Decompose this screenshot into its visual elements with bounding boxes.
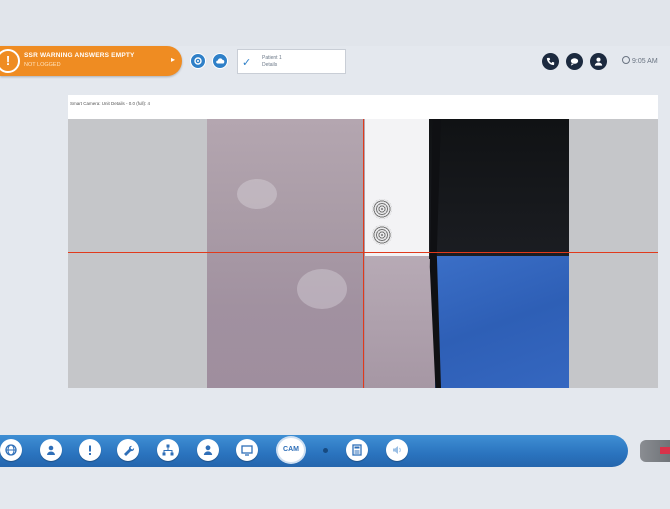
feed-region-blue: [435, 256, 569, 388]
alert-button[interactable]: [79, 439, 101, 461]
app-window: ! SSR WARNING ANSWERS EMPTY NOT LOGGED ▸…: [0, 0, 670, 509]
gear-icon: [194, 57, 202, 65]
camera-feed[interactable]: [207, 119, 569, 388]
alert-icon: [89, 445, 91, 455]
cloud-button[interactable]: [212, 53, 228, 69]
camera-panel-title: Smart Camera: Unit Details - 0.0 (full):…: [70, 101, 151, 106]
patient-selector[interactable]: ✓ Patient 1 Details: [237, 49, 346, 74]
feed-highlight: [237, 179, 277, 209]
checkmark-icon: ✓: [242, 57, 252, 69]
profile-button[interactable]: [197, 439, 219, 461]
network-button[interactable]: [157, 439, 179, 461]
fingerprint-icon: [372, 225, 392, 245]
warning-subtitle: NOT LOGGED: [24, 62, 61, 68]
feed-region-dark: [429, 119, 569, 259]
volume-button[interactable]: [386, 439, 408, 461]
patient-name: Patient 1: [262, 55, 282, 61]
speaker-icon: [393, 446, 401, 454]
calculator-button[interactable]: [346, 439, 368, 461]
camera-panel-header: Smart Camera: Unit Details - 0.0 (full):…: [68, 95, 658, 119]
clock-icon: [622, 56, 630, 64]
toolbar-separator-dot: [323, 448, 328, 453]
chat-button[interactable]: [566, 53, 583, 70]
clock-time: 9:05 AM: [632, 58, 658, 65]
tools-button[interactable]: [117, 439, 139, 461]
camera-button[interactable]: CAM: [276, 436, 306, 464]
user-icon: [594, 57, 603, 66]
users-icon: [47, 445, 55, 455]
feed-region-mid: [365, 256, 435, 388]
feed-highlight: [297, 269, 347, 309]
crosshair-vertical: [363, 119, 364, 388]
wrench-icon: [124, 445, 135, 456]
globe-button[interactable]: [0, 439, 22, 461]
warning-count-badge: !: [0, 49, 20, 73]
record-indicator: [660, 447, 670, 454]
person-icon: [203, 445, 213, 455]
feed-region-left: [207, 119, 365, 388]
chat-icon: [570, 58, 579, 66]
phone-button[interactable]: [542, 53, 559, 70]
fingerprint-icon: [372, 199, 392, 219]
users-button[interactable]: [40, 439, 62, 461]
settings-button[interactable]: [190, 53, 206, 69]
network-icon: [162, 444, 174, 456]
warning-banner[interactable]: ! SSR WARNING ANSWERS EMPTY NOT LOGGED ▸: [0, 46, 182, 76]
warning-title: SSR WARNING ANSWERS EMPTY: [24, 52, 135, 59]
calculator-icon: [352, 444, 362, 456]
monitor-icon: [241, 445, 253, 456]
top-band: [0, 0, 670, 46]
patient-info: Details: [262, 62, 278, 68]
display-button[interactable]: [236, 439, 258, 461]
clock: 9:05 AM: [622, 56, 658, 65]
chevron-right-icon: ▸: [171, 55, 176, 64]
cloud-icon: [216, 58, 225, 64]
camera-panel: Smart Camera: Unit Details - 0.0 (full):…: [68, 95, 658, 388]
phone-icon: [546, 57, 555, 66]
user-button[interactable]: [590, 53, 607, 70]
globe-icon: [5, 444, 17, 456]
